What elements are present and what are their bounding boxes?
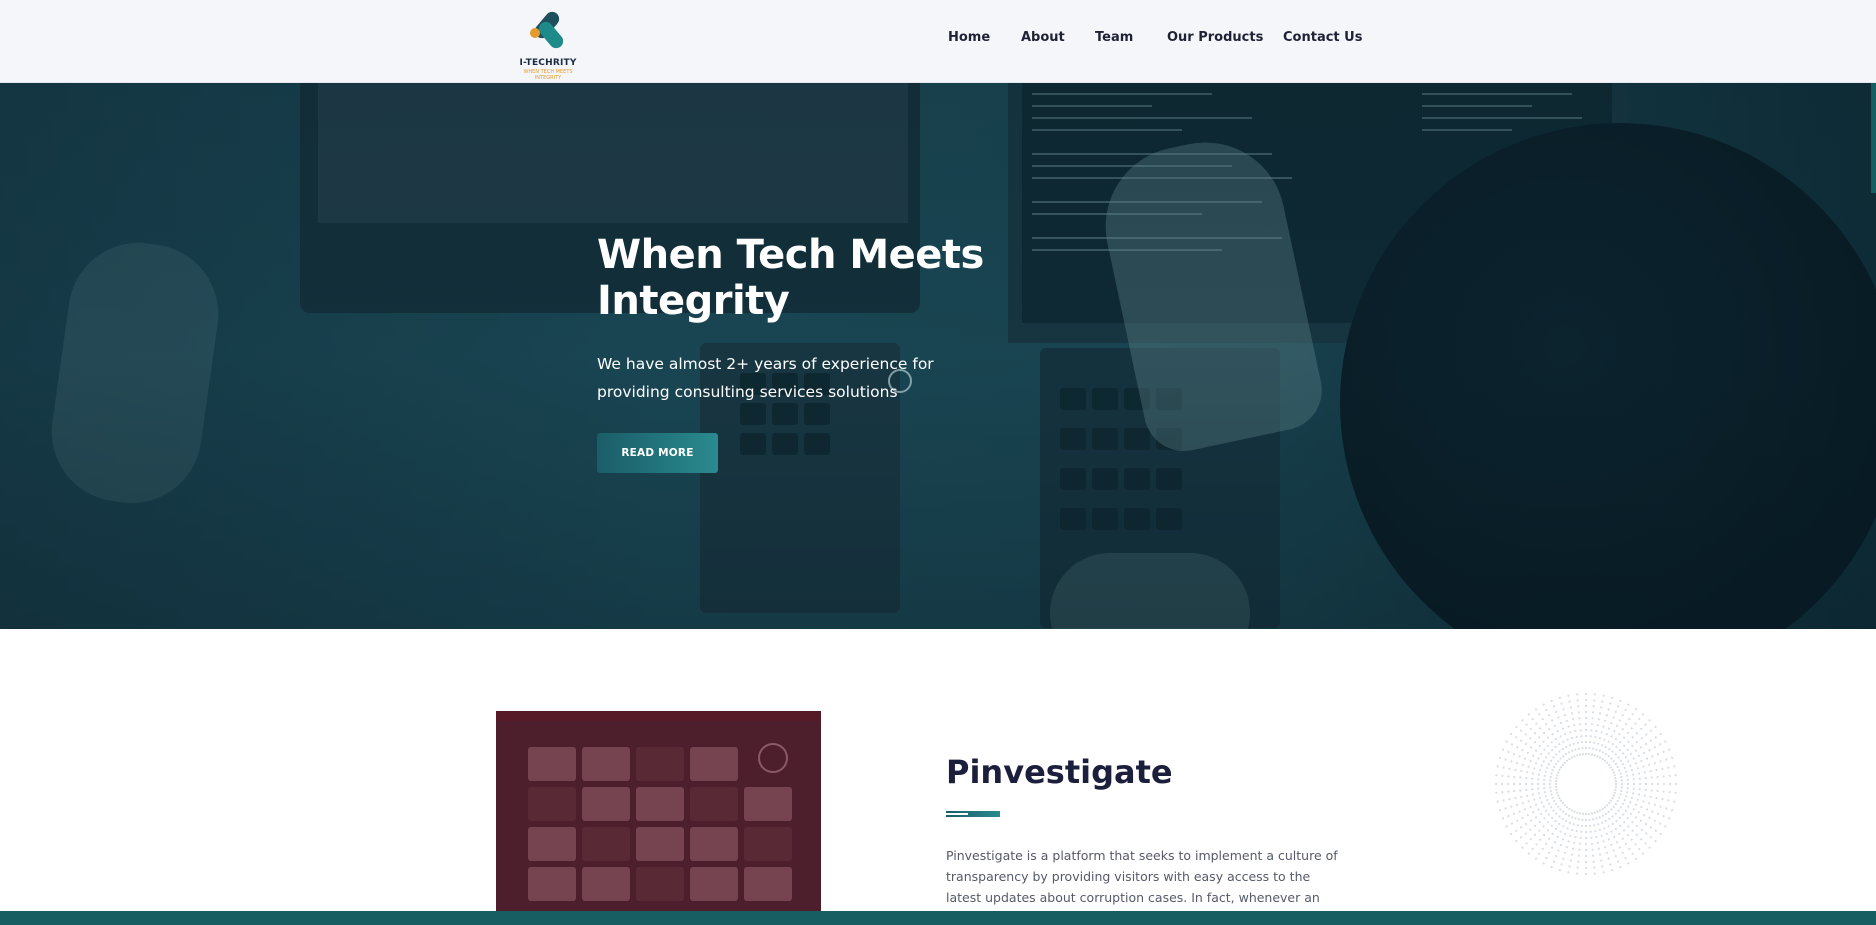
nav-about[interactable]: About [1021,30,1065,45]
product-title: Pinvestigate [946,753,1173,791]
logo-text: I-TECHRITY [519,58,577,68]
main-nav: Home About Team Our Products Contact Us [0,30,1876,50]
bottom-accent-bar [0,911,1876,925]
product-screenshot[interactable] [496,711,821,925]
title-divider [946,811,1000,817]
nav-contact-us[interactable]: Contact Us [1283,30,1362,45]
hero-subtitle: We have almost 2+ years of experience fo… [597,355,934,401]
nav-team[interactable]: Team [1095,30,1133,45]
sunburst-decor-icon [1494,692,1678,876]
nav-home[interactable]: Home [948,30,990,45]
site-header: I-TECHRITY WHEN TECH MEETS INTEGRITY Hom… [0,0,1876,83]
nav-our-products[interactable]: Our Products [1167,30,1263,45]
logo-tagline: WHEN TECH MEETS INTEGRITY [523,69,573,81]
read-more-button[interactable]: READ MORE [597,433,718,473]
hero-banner: When Tech Meets Integrity We have almost… [0,83,1876,629]
hero-title: When Tech Meets Integrity [597,232,984,324]
page-scrollbar[interactable] [1871,83,1876,193]
